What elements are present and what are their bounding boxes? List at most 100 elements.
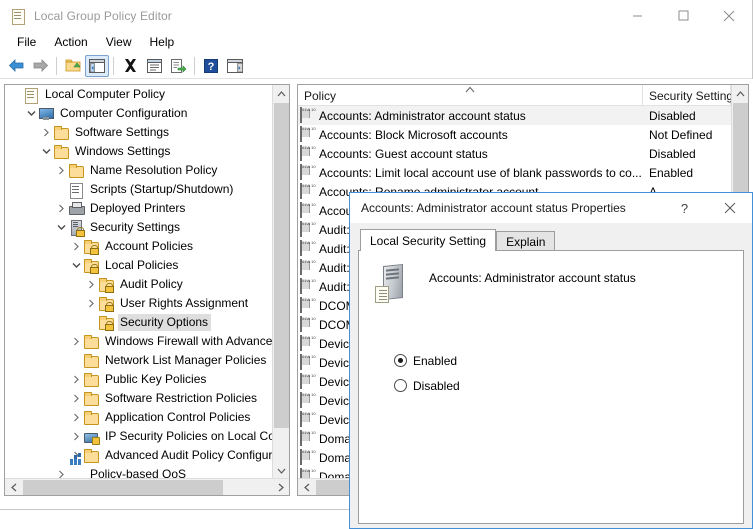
tree-item-security-options[interactable]: Security Options: [5, 313, 273, 332]
tree-item-computer-configuration[interactable]: Computer Configuration: [5, 104, 273, 123]
tree-item-user-rights-assignment[interactable]: User Rights Assignment: [5, 294, 273, 313]
folder-icon: [53, 144, 69, 160]
scroll-down-arrow-icon[interactable]: [273, 462, 290, 479]
chevron-down-icon[interactable]: [24, 104, 38, 123]
tree-item-name-resolution-policy[interactable]: Name Resolution Policy: [5, 161, 273, 180]
up-one-level-button[interactable]: [61, 55, 85, 77]
menu-action[interactable]: Action: [45, 33, 96, 51]
tree-item-software-restriction-policies[interactable]: Software Restriction Policies: [5, 389, 273, 408]
tree-hscroll-thumb[interactable]: [23, 480, 223, 495]
tree-item-windows-firewall-with-advanced[interactable]: Windows Firewall with Advanced: [5, 332, 273, 351]
scroll-up-arrow-icon[interactable]: [273, 85, 290, 102]
svg-text:?: ?: [208, 61, 215, 73]
chevron-right-icon[interactable]: [84, 294, 98, 313]
minimize-button[interactable]: [614, 0, 660, 31]
list-scroll-left-arrow-icon[interactable]: [298, 479, 315, 496]
menu-bar: File Action View Help: [0, 31, 752, 53]
tree-item-security-settings[interactable]: Security Settings: [5, 218, 273, 237]
chevron-right-icon[interactable]: [84, 275, 98, 294]
tree-scroll-thumb[interactable]: [274, 103, 289, 428]
delete-button[interactable]: [118, 55, 142, 77]
tree-vertical-scrollbar[interactable]: [272, 85, 289, 479]
chevron-right-icon[interactable]: [69, 237, 83, 256]
tree-horizontal-scrollbar[interactable]: [5, 478, 289, 495]
tree-item-policy-based-qos[interactable]: Policy-based QoS: [5, 465, 273, 479]
tree-item-local-policies[interactable]: Local Policies: [5, 256, 273, 275]
tree-item-label: Deployed Printers: [88, 200, 188, 217]
tree-item-application-control-policies[interactable]: Application Control Policies: [5, 408, 273, 427]
policy-list-row[interactable]: Accounts: Limit local account use of bla…: [298, 163, 748, 182]
chevron-right-icon[interactable]: [69, 427, 83, 446]
forward-button[interactable]: [28, 55, 52, 77]
chevron-down-icon[interactable]: [54, 218, 68, 237]
tree-item-advanced-audit-policy-configur[interactable]: Advanced Audit Policy Configurä: [5, 446, 273, 465]
tab-explain[interactable]: Explain: [496, 231, 555, 251]
radio-enabled[interactable]: Enabled: [394, 348, 743, 373]
chevron-right-icon[interactable]: [54, 465, 68, 479]
show-action-pane-button[interactable]: [223, 55, 247, 77]
maximize-button[interactable]: [660, 0, 706, 31]
chevron-right-icon[interactable]: [69, 389, 83, 408]
menu-file[interactable]: File: [8, 33, 45, 51]
export-list-button[interactable]: [166, 55, 190, 77]
folder-icon: [83, 334, 99, 350]
policy-list-row[interactable]: Accounts: Block Microsoft accountsNot De…: [298, 125, 748, 144]
list-column-header-policy[interactable]: Policy: [298, 85, 643, 106]
policy-setting-icon: [300, 260, 316, 276]
policy-name-cell: Accounts: Block Microsoft accounts: [319, 128, 649, 142]
dialog-help-button[interactable]: ?: [662, 193, 707, 223]
policy-list-row[interactable]: Accounts: Guest account statusDisabled: [298, 144, 748, 163]
radio-disabled-dot-icon[interactable]: [394, 379, 407, 392]
tree-item-audit-policy[interactable]: Audit Policy: [5, 275, 273, 294]
radio-disabled[interactable]: Disabled: [394, 373, 743, 398]
scroll-left-arrow-icon[interactable]: [5, 479, 22, 496]
folder-icon: [83, 410, 99, 426]
menu-help[interactable]: Help: [141, 33, 184, 51]
window-titlebar: Local Group Policy Editor: [0, 0, 752, 31]
dialog-close-button[interactable]: [707, 193, 752, 223]
tree-item-local-computer-policy[interactable]: Local Computer Policy: [5, 85, 273, 104]
policy-list-row[interactable]: Accounts: Administrator account statusDi…: [298, 106, 748, 125]
menu-view[interactable]: View: [97, 33, 141, 51]
close-button[interactable]: [706, 0, 752, 31]
radio-enabled-dot-icon[interactable]: [394, 354, 407, 367]
tree-item-label: User Rights Assignment: [118, 295, 251, 312]
chevron-right-icon[interactable]: [69, 332, 83, 351]
policy-setting-icon: [300, 431, 316, 447]
folder-icon: [83, 353, 99, 369]
policy-setting-icon: [300, 146, 316, 162]
dialog-tab-panel: Accounts: Administrator account status E…: [358, 250, 744, 524]
tree-item-account-policies[interactable]: Account Policies: [5, 237, 273, 256]
help-button[interactable]: ?: [199, 55, 223, 77]
tree-item-ip-security-policies-on-local-com[interactable]: IP Security Policies on Local Com: [5, 427, 273, 446]
tree-item-deployed-printers[interactable]: Deployed Printers: [5, 199, 273, 218]
tree-item-label: Audit Policy: [118, 276, 186, 293]
policy-setting-icon: [300, 393, 316, 409]
tree-item-windows-settings[interactable]: Windows Settings: [5, 142, 273, 161]
folder-icon: [68, 163, 84, 179]
show-hide-console-tree-button[interactable]: [85, 55, 109, 77]
policy-setting-icon: [300, 374, 316, 390]
tree-item-network-list-manager-policies[interactable]: Network List Manager Policies: [5, 351, 273, 370]
tree-item-software-settings[interactable]: Software Settings: [5, 123, 273, 142]
folder-lock-icon: [83, 258, 99, 274]
printer-icon: [68, 201, 84, 217]
list-scroll-up-arrow-icon[interactable]: [732, 85, 749, 102]
tree-item-public-key-policies[interactable]: Public Key Policies: [5, 370, 273, 389]
chevron-right-icon[interactable]: [54, 199, 68, 218]
chevron-down-icon[interactable]: [39, 142, 53, 161]
chevron-right-icon[interactable]: [69, 370, 83, 389]
radio-disabled-label: Disabled: [413, 379, 460, 393]
tab-local-security-setting[interactable]: Local Security Setting: [360, 229, 496, 251]
chevron-right-icon[interactable]: [69, 408, 83, 427]
chevron-down-icon[interactable]: [69, 256, 83, 275]
tree-twist-placeholder: [69, 351, 83, 370]
policy-setting-icon: [300, 222, 316, 238]
list-column-header-security-setting[interactable]: Security Setting: [643, 85, 731, 106]
scroll-right-arrow-icon[interactable]: [272, 479, 289, 496]
chevron-right-icon[interactable]: [39, 123, 53, 142]
properties-button[interactable]: [142, 55, 166, 77]
chevron-right-icon[interactable]: [54, 161, 68, 180]
back-button[interactable]: [4, 55, 28, 77]
tree-item-scripts-startup-shutdown[interactable]: Scripts (Startup/Shutdown): [5, 180, 273, 199]
